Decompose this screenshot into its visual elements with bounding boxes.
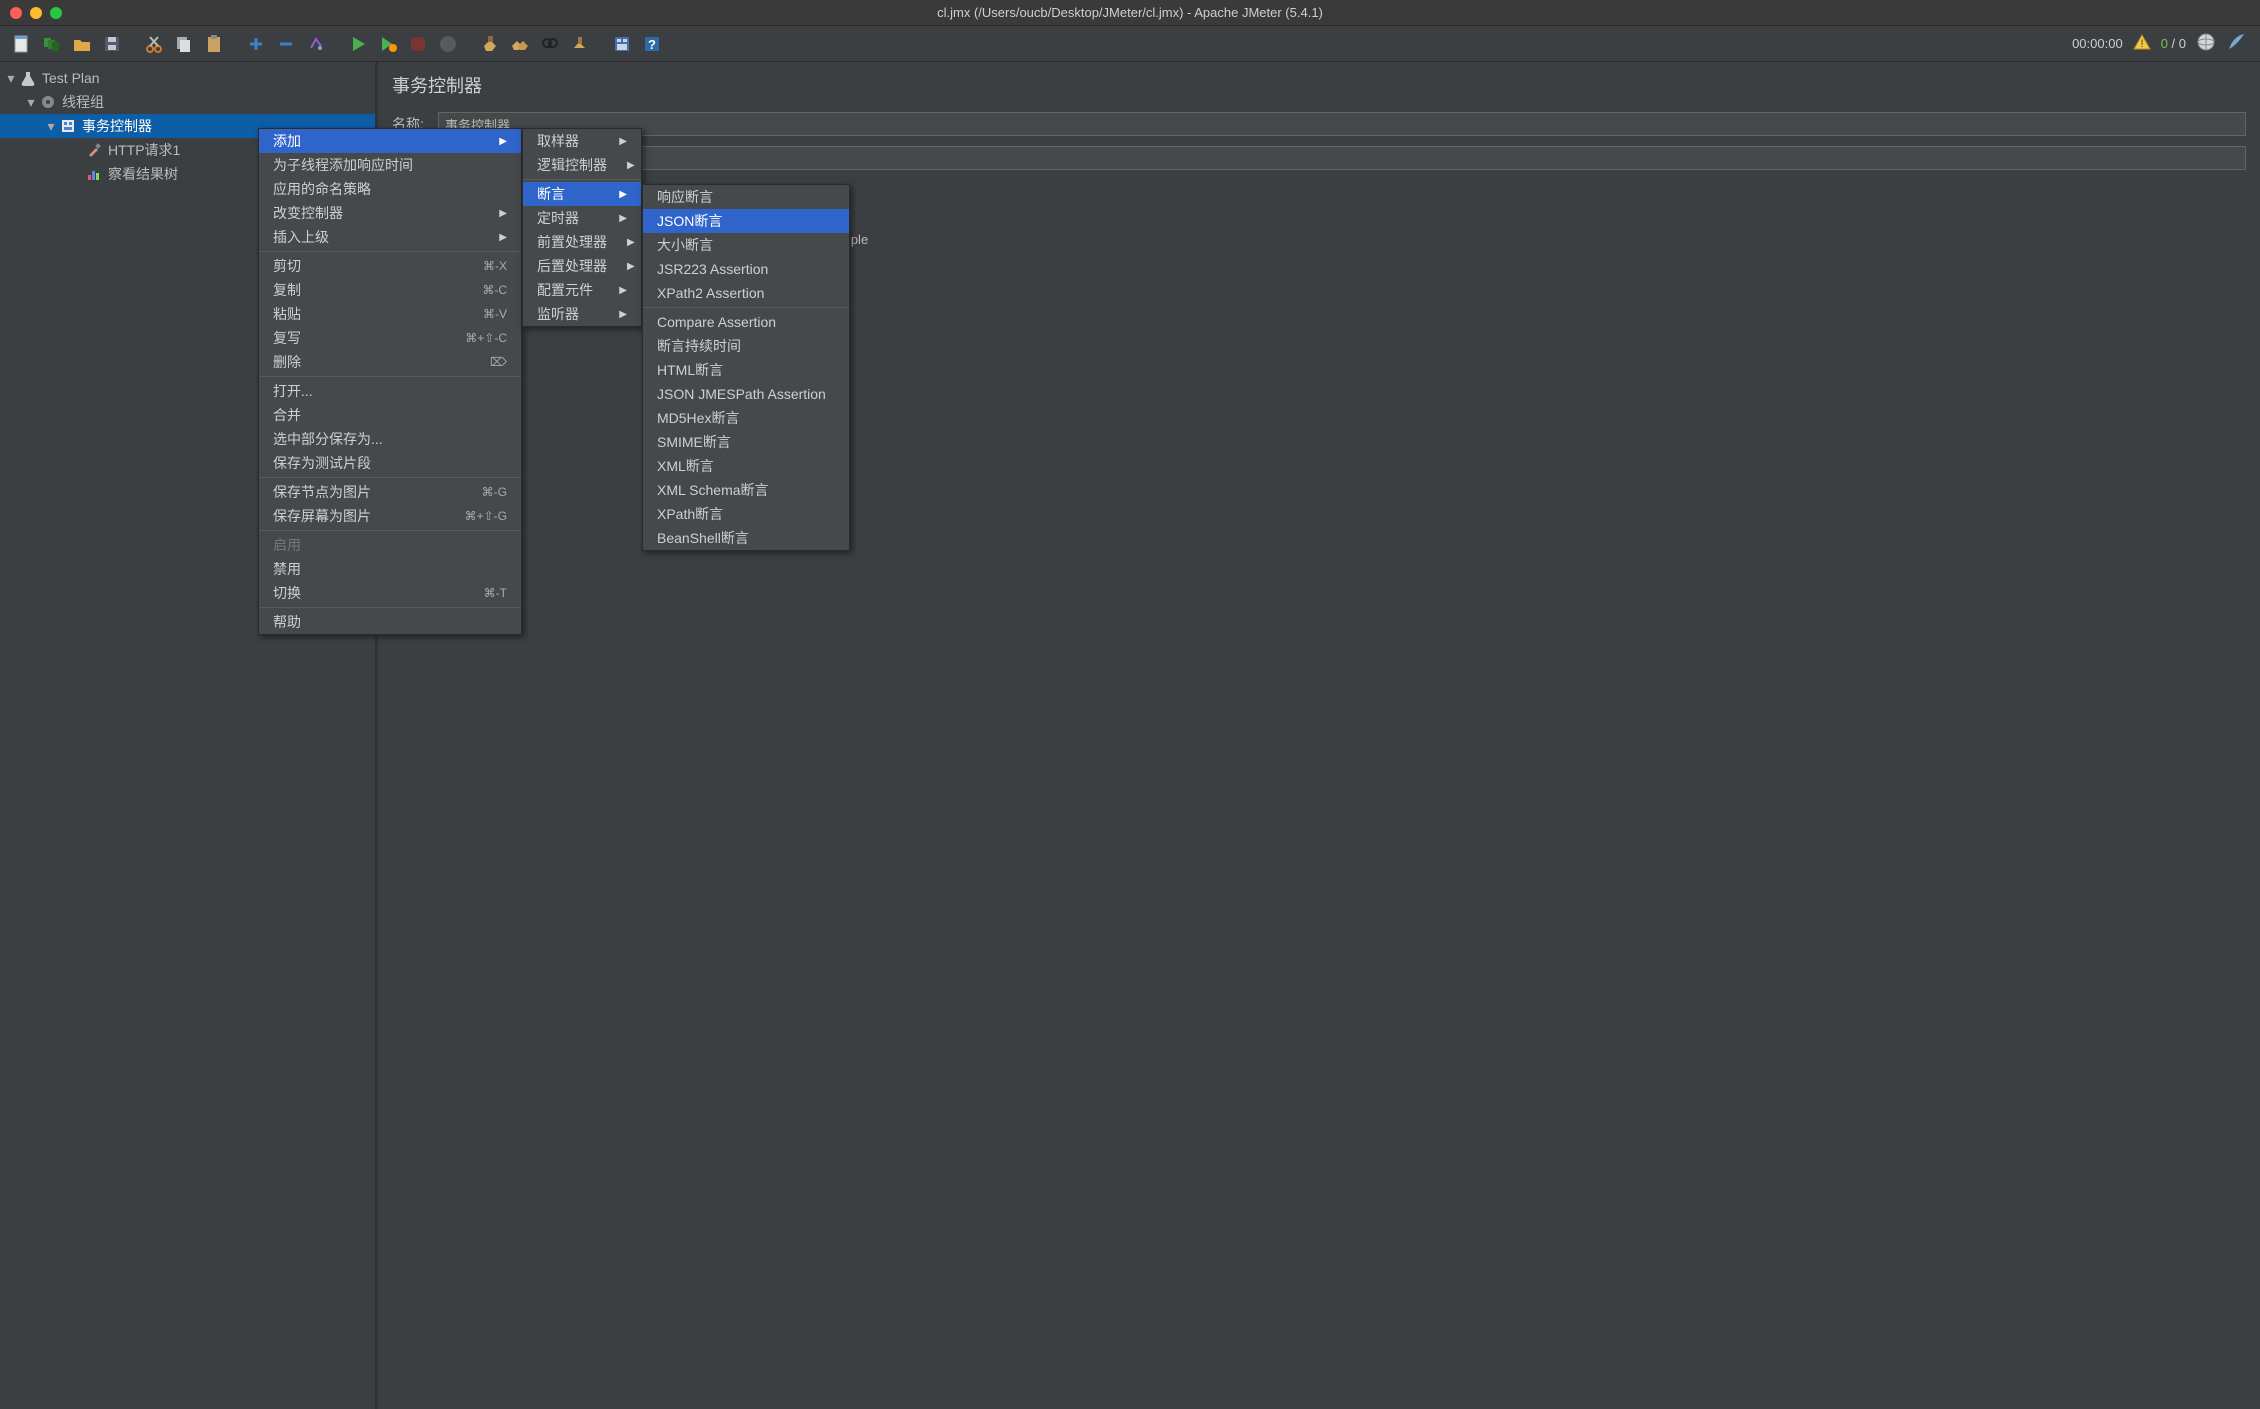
chart-icon — [84, 166, 104, 182]
context-menu-assertions: 响应断言 JSON断言 大小断言 JSR223 Assertion XPath2… — [642, 184, 850, 551]
menu-xpath-assertion[interactable]: XPath断言 — [643, 502, 849, 526]
cut-icon[interactable] — [140, 30, 168, 58]
menu-naming-policy[interactable]: 应用的命名策略 — [259, 177, 521, 201]
menu-cut[interactable]: 剪切⌘-X — [259, 254, 521, 278]
globe-icon[interactable] — [2196, 32, 2216, 55]
shutdown-icon[interactable] — [434, 30, 462, 58]
menu-xpath2-assertion[interactable]: XPath2 Assertion — [643, 281, 849, 305]
collapse-icon[interactable] — [272, 30, 300, 58]
pipette-icon — [84, 142, 104, 158]
run-no-pause-icon[interactable] — [374, 30, 402, 58]
thread-count: 0 / 0 — [2161, 36, 2186, 51]
menu-add[interactable]: 添加▶ — [259, 129, 521, 153]
toolbar: ? 00:00:00 ! 0 / 0 — [0, 26, 2260, 62]
expand-icon[interactable] — [242, 30, 270, 58]
menu-timer[interactable]: 定时器▶ — [523, 206, 641, 230]
stop-icon[interactable] — [404, 30, 432, 58]
editor-title: 事务控制器 — [392, 72, 2246, 98]
tree-thread-group[interactable]: ▾ 线程组 — [0, 90, 375, 114]
menu-config[interactable]: 配置元件▶ — [523, 278, 641, 302]
context-menu-main: 添加▶ 为子线程添加响应时间 应用的命名策略 改变控制器▶ 插入上级▶ 剪切⌘-… — [258, 128, 522, 635]
paste-icon[interactable] — [200, 30, 228, 58]
gear-icon — [38, 94, 58, 110]
chevron-down-icon[interactable]: ▾ — [24, 94, 38, 111]
menu-disable[interactable]: 禁用 — [259, 557, 521, 581]
menu-duration-assertion[interactable]: 断言持续时间 — [643, 334, 849, 358]
reset-search-icon[interactable] — [566, 30, 594, 58]
chevron-down-icon[interactable]: ▾ — [44, 118, 58, 135]
menu-xmlschema-assertion[interactable]: XML Schema断言 — [643, 478, 849, 502]
menu-save-screen-image[interactable]: 保存屏幕为图片⌘+⇧-G — [259, 504, 521, 528]
help-icon[interactable]: ? — [638, 30, 666, 58]
new-file-icon[interactable] — [8, 30, 36, 58]
menu-preproc[interactable]: 前置处理器▶ — [523, 230, 641, 254]
tree-label: Test Plan — [38, 70, 100, 86]
menu-save-selection[interactable]: 选中部分保存为... — [259, 427, 521, 451]
menu-response-assertion[interactable]: 响应断言 — [643, 185, 849, 209]
menu-jsr223-assertion[interactable]: JSR223 Assertion — [643, 257, 849, 281]
menu-sampler[interactable]: 取样器▶ — [523, 129, 641, 153]
warning-icon[interactable]: ! — [2133, 33, 2151, 54]
run-icon[interactable] — [344, 30, 372, 58]
titlebar: cl.jmx (/Users/oucb/Desktop/JMeter/cl.jm… — [0, 0, 2260, 26]
toggle-icon[interactable] — [302, 30, 330, 58]
templates-icon[interactable] — [38, 30, 66, 58]
copy-icon[interactable] — [170, 30, 198, 58]
function-helper-icon[interactable] — [608, 30, 636, 58]
window-title: cl.jmx (/Users/oucb/Desktop/JMeter/cl.jm… — [0, 5, 2260, 20]
menu-save-fragment[interactable]: 保存为测试片段 — [259, 451, 521, 475]
tree-label: 察看结果树 — [104, 164, 178, 184]
menu-merge[interactable]: 合并 — [259, 403, 521, 427]
svg-text:!: ! — [2140, 38, 2143, 50]
controller-icon — [58, 118, 78, 134]
menu-child-timer[interactable]: 为子线程添加响应时间 — [259, 153, 521, 177]
menu-change-controller[interactable]: 改变控制器▶ — [259, 201, 521, 225]
tree-label: HTTP请求1 — [104, 140, 180, 160]
menu-postproc[interactable]: 后置处理器▶ — [523, 254, 641, 278]
svg-text:?: ? — [648, 37, 656, 52]
tree-label: 事务控制器 — [78, 116, 152, 136]
context-menu-add: 取样器▶ 逻辑控制器▶ 断言▶ 定时器▶ 前置处理器▶ 后置处理器▶ 配置元件▶… — [522, 128, 642, 327]
menu-toggle[interactable]: 切换⌘-T — [259, 581, 521, 605]
menu-html-assertion[interactable]: HTML断言 — [643, 358, 849, 382]
menu-compare-assertion[interactable]: Compare Assertion — [643, 310, 849, 334]
open-file-icon[interactable] — [68, 30, 96, 58]
menu-beanshell-assertion[interactable]: BeanShell断言 — [643, 526, 849, 550]
menu-save-node-image[interactable]: 保存节点为图片⌘-G — [259, 480, 521, 504]
clear-icon[interactable] — [476, 30, 504, 58]
menu-copy[interactable]: 复制⌘-C — [259, 278, 521, 302]
menu-logic[interactable]: 逻辑控制器▶ — [523, 153, 641, 177]
menu-open[interactable]: 打开... — [259, 379, 521, 403]
menu-enable: 启用 — [259, 533, 521, 557]
menu-paste[interactable]: 粘贴⌘-V — [259, 302, 521, 326]
menu-smime-assertion[interactable]: SMIME断言 — [643, 430, 849, 454]
tree-test-plan[interactable]: ▾ Test Plan — [0, 66, 375, 90]
menu-listener[interactable]: 监听器▶ — [523, 302, 641, 326]
tree-label: 线程组 — [58, 92, 104, 112]
menu-delete[interactable]: 删除⌦ — [259, 350, 521, 374]
menu-json-assertion[interactable]: JSON断言 — [643, 209, 849, 233]
feather-icon[interactable] — [2226, 32, 2246, 55]
menu-help[interactable]: 帮助 — [259, 610, 521, 634]
menu-duplicate[interactable]: 复写⌘+⇧-C — [259, 326, 521, 350]
search-icon[interactable] — [536, 30, 564, 58]
clear-all-icon[interactable] — [506, 30, 534, 58]
name-input[interactable] — [438, 112, 2246, 136]
timer-display: 00:00:00 — [2072, 36, 2123, 51]
menu-xml-assertion[interactable]: XML断言 — [643, 454, 849, 478]
flask-icon — [18, 70, 38, 86]
menu-md5-assertion[interactable]: MD5Hex断言 — [643, 406, 849, 430]
save-icon[interactable] — [98, 30, 126, 58]
menu-assertion[interactable]: 断言▶ — [523, 182, 641, 206]
menu-size-assertion[interactable]: 大小断言 — [643, 233, 849, 257]
menu-insert-parent[interactable]: 插入上级▶ — [259, 225, 521, 249]
menu-jmespath-assertion[interactable]: JSON JMESPath Assertion — [643, 382, 849, 406]
comment-input[interactable] — [438, 146, 2246, 170]
chevron-down-icon[interactable]: ▾ — [4, 70, 18, 87]
